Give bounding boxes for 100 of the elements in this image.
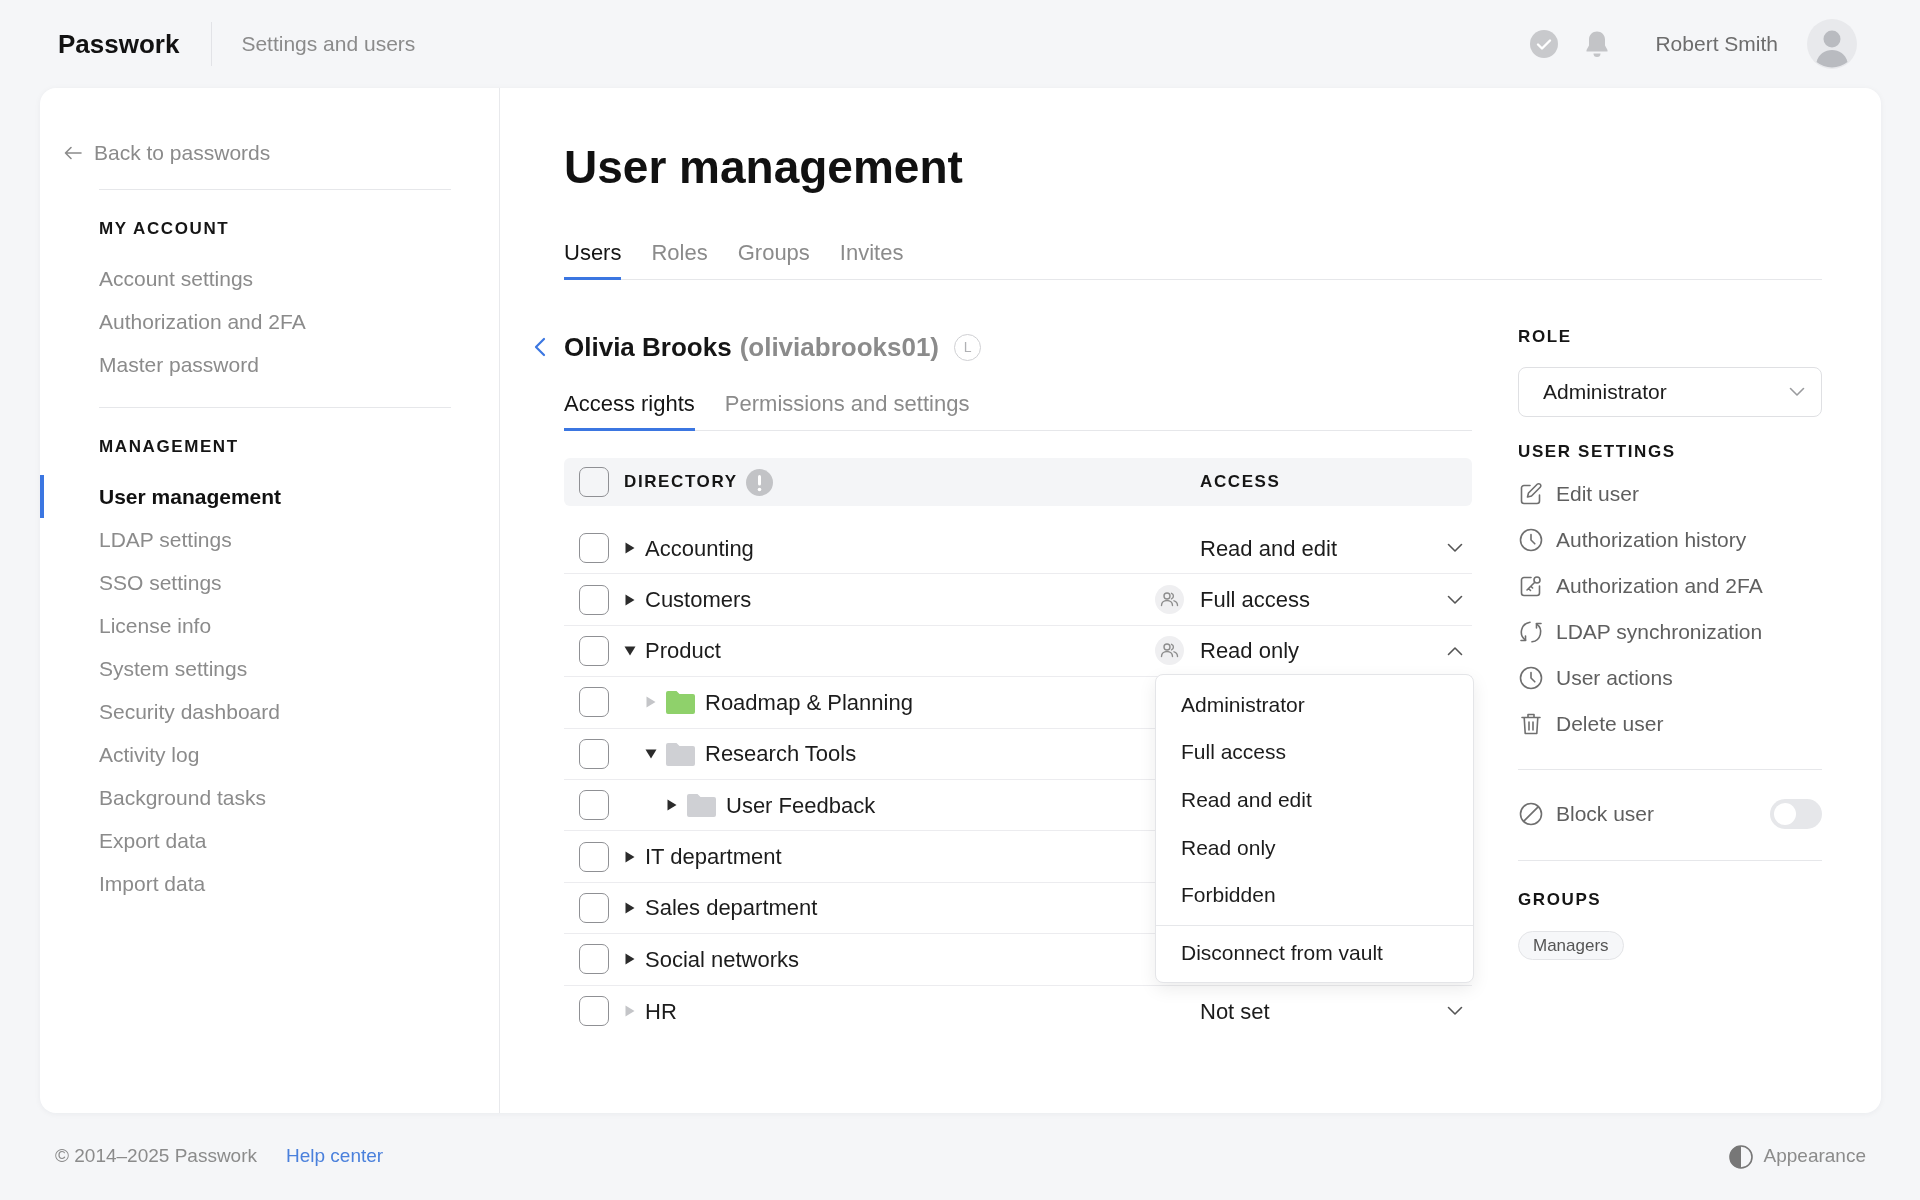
user-login: (oliviabrooks01) xyxy=(739,330,940,364)
trash-icon xyxy=(1518,711,1544,737)
arrow-left-icon xyxy=(64,146,82,160)
directory-name: Accounting xyxy=(645,534,754,563)
clock-icon xyxy=(1518,665,1544,691)
section-heading: MY ACCOUNT xyxy=(99,219,230,239)
directory-name: User Feedback xyxy=(726,791,876,820)
key-square-icon xyxy=(1518,573,1544,599)
contrast-icon xyxy=(1727,1143,1754,1170)
tab[interactable]: Access rights xyxy=(564,390,695,431)
clock-icon xyxy=(1518,527,1544,553)
user-action-link[interactable]: Authorization and 2FA xyxy=(1518,563,1763,609)
caret-down-icon[interactable] xyxy=(624,645,636,656)
user-action-link[interactable]: Authorization history xyxy=(1518,517,1747,563)
menu-item[interactable]: Full access xyxy=(1156,728,1473,776)
logo-text: Passwork xyxy=(58,28,180,60)
checkbox[interactable] xyxy=(579,892,609,923)
directory-name: HR xyxy=(645,997,677,1026)
menu-item[interactable]: Disconnect from vault xyxy=(1156,928,1473,977)
sidebar-link[interactable]: Background tasks xyxy=(40,776,451,819)
menu-item[interactable]: Administrator xyxy=(1156,680,1473,729)
sidebar-link[interactable]: SSO settings xyxy=(40,561,451,604)
sidebar-link[interactable]: License info xyxy=(40,604,451,647)
checkbox[interactable] xyxy=(579,996,609,1027)
chevron-down-icon[interactable] xyxy=(1447,594,1463,605)
page-title: User management xyxy=(564,140,963,195)
section-heading: ROLE xyxy=(1518,327,1572,347)
sidebar-link[interactable]: Export data xyxy=(40,819,451,862)
help-link[interactable]: Help center xyxy=(286,1142,384,1171)
user-action-link[interactable]: LDAP synchronization xyxy=(1518,609,1763,655)
directory-name: Roadmap & Planning xyxy=(705,688,913,717)
caret-right-icon[interactable] xyxy=(625,593,635,606)
menu-item[interactable]: Read only xyxy=(1156,823,1473,872)
user-action-link[interactable]: Edit user xyxy=(1518,471,1639,517)
checkbox[interactable] xyxy=(579,944,609,975)
checkbox[interactable] xyxy=(579,584,609,615)
sidebar-link[interactable]: Security dashboard xyxy=(40,690,451,733)
directory-name: IT department xyxy=(645,843,782,872)
directory-name: Product xyxy=(645,637,721,666)
checkbox[interactable] xyxy=(579,533,609,564)
tab[interactable]: Groups xyxy=(737,239,810,280)
sidebar-link[interactable]: LDAP settings xyxy=(40,518,451,561)
caret-right-icon[interactable] xyxy=(625,901,635,914)
block-user-label: Block user xyxy=(1556,801,1655,828)
access-dropdown[interactable]: Read and edit xyxy=(1200,531,1472,565)
chevron-up-icon[interactable] xyxy=(1447,645,1463,656)
sidebar-link[interactable]: System settings xyxy=(40,647,451,690)
checkbox[interactable] xyxy=(579,738,609,769)
chevron-down-icon[interactable] xyxy=(1447,1006,1463,1017)
access-dropdown[interactable]: Full access xyxy=(1200,583,1472,617)
caret-right-icon[interactable] xyxy=(625,953,635,966)
caret-down-icon[interactable] xyxy=(645,748,657,759)
tab[interactable]: Invites xyxy=(839,239,904,280)
sidebar-link[interactable]: Activity log xyxy=(40,733,451,776)
directory-name: Social networks xyxy=(645,945,800,974)
checkbox[interactable] xyxy=(579,841,609,872)
checkbox[interactable] xyxy=(579,687,609,718)
section-heading: MANAGEMENT xyxy=(99,437,239,457)
chevron-left-icon[interactable] xyxy=(534,337,546,357)
sidebar-link[interactable]: Import data xyxy=(40,862,451,905)
caret-right-icon[interactable] xyxy=(625,850,635,863)
directory-name: Research Tools xyxy=(705,740,857,769)
chevron-down-icon[interactable] xyxy=(1447,543,1463,554)
column-header: DIRECTORY xyxy=(624,472,738,492)
access-dropdown[interactable]: Not set xyxy=(1200,994,1472,1028)
toggle-switch[interactable] xyxy=(1770,799,1822,829)
sidebar-link[interactable]: Account settings xyxy=(40,257,451,300)
check-circle-icon[interactable] xyxy=(1530,30,1559,58)
back-link[interactable]: Back to passwords xyxy=(64,140,271,166)
sidebar-link[interactable]: User management xyxy=(40,475,451,518)
menu-item[interactable]: Read and edit xyxy=(1156,775,1473,824)
user-action-link[interactable]: User actions xyxy=(1518,655,1673,701)
sidebar-link[interactable]: Authorization and 2FA xyxy=(40,300,451,343)
directory-name: Sales department xyxy=(645,894,818,923)
user-name[interactable]: Robert Smith xyxy=(1655,28,1778,60)
tab[interactable]: Roles xyxy=(651,239,708,280)
copyright-text: © 2014–2025 Passwork xyxy=(55,1144,257,1169)
user-action-link[interactable]: Delete user xyxy=(1518,701,1664,747)
user-full-name: Olivia Brooks xyxy=(564,330,732,364)
checkbox[interactable] xyxy=(579,467,609,497)
alert-icon xyxy=(745,468,773,496)
pencil-square-icon xyxy=(1518,481,1544,507)
tab[interactable]: Permissions and settings xyxy=(724,390,970,431)
avatar-icon[interactable] xyxy=(1807,19,1857,69)
checkbox[interactable] xyxy=(579,790,609,821)
checkbox[interactable] xyxy=(579,635,609,666)
column-header: ACCESS xyxy=(1200,472,1281,491)
section-heading: GROUPS xyxy=(1518,890,1602,910)
bell-icon[interactable] xyxy=(1585,30,1610,58)
section-heading: USER SETTINGS xyxy=(1518,442,1676,462)
caret-right-icon[interactable] xyxy=(667,799,677,812)
page-section-title: Settings and users xyxy=(241,31,416,58)
menu-item[interactable]: Forbidden xyxy=(1156,871,1473,919)
access-dropdown[interactable]: Read only xyxy=(1200,634,1472,668)
block-icon xyxy=(1518,801,1544,827)
sidebar-link[interactable]: Master password xyxy=(40,343,451,386)
role-select[interactable]: Administrator xyxy=(1518,367,1822,417)
sync-icon xyxy=(1518,619,1544,645)
caret-right-icon[interactable] xyxy=(625,542,635,555)
tab[interactable]: Users xyxy=(564,239,622,280)
